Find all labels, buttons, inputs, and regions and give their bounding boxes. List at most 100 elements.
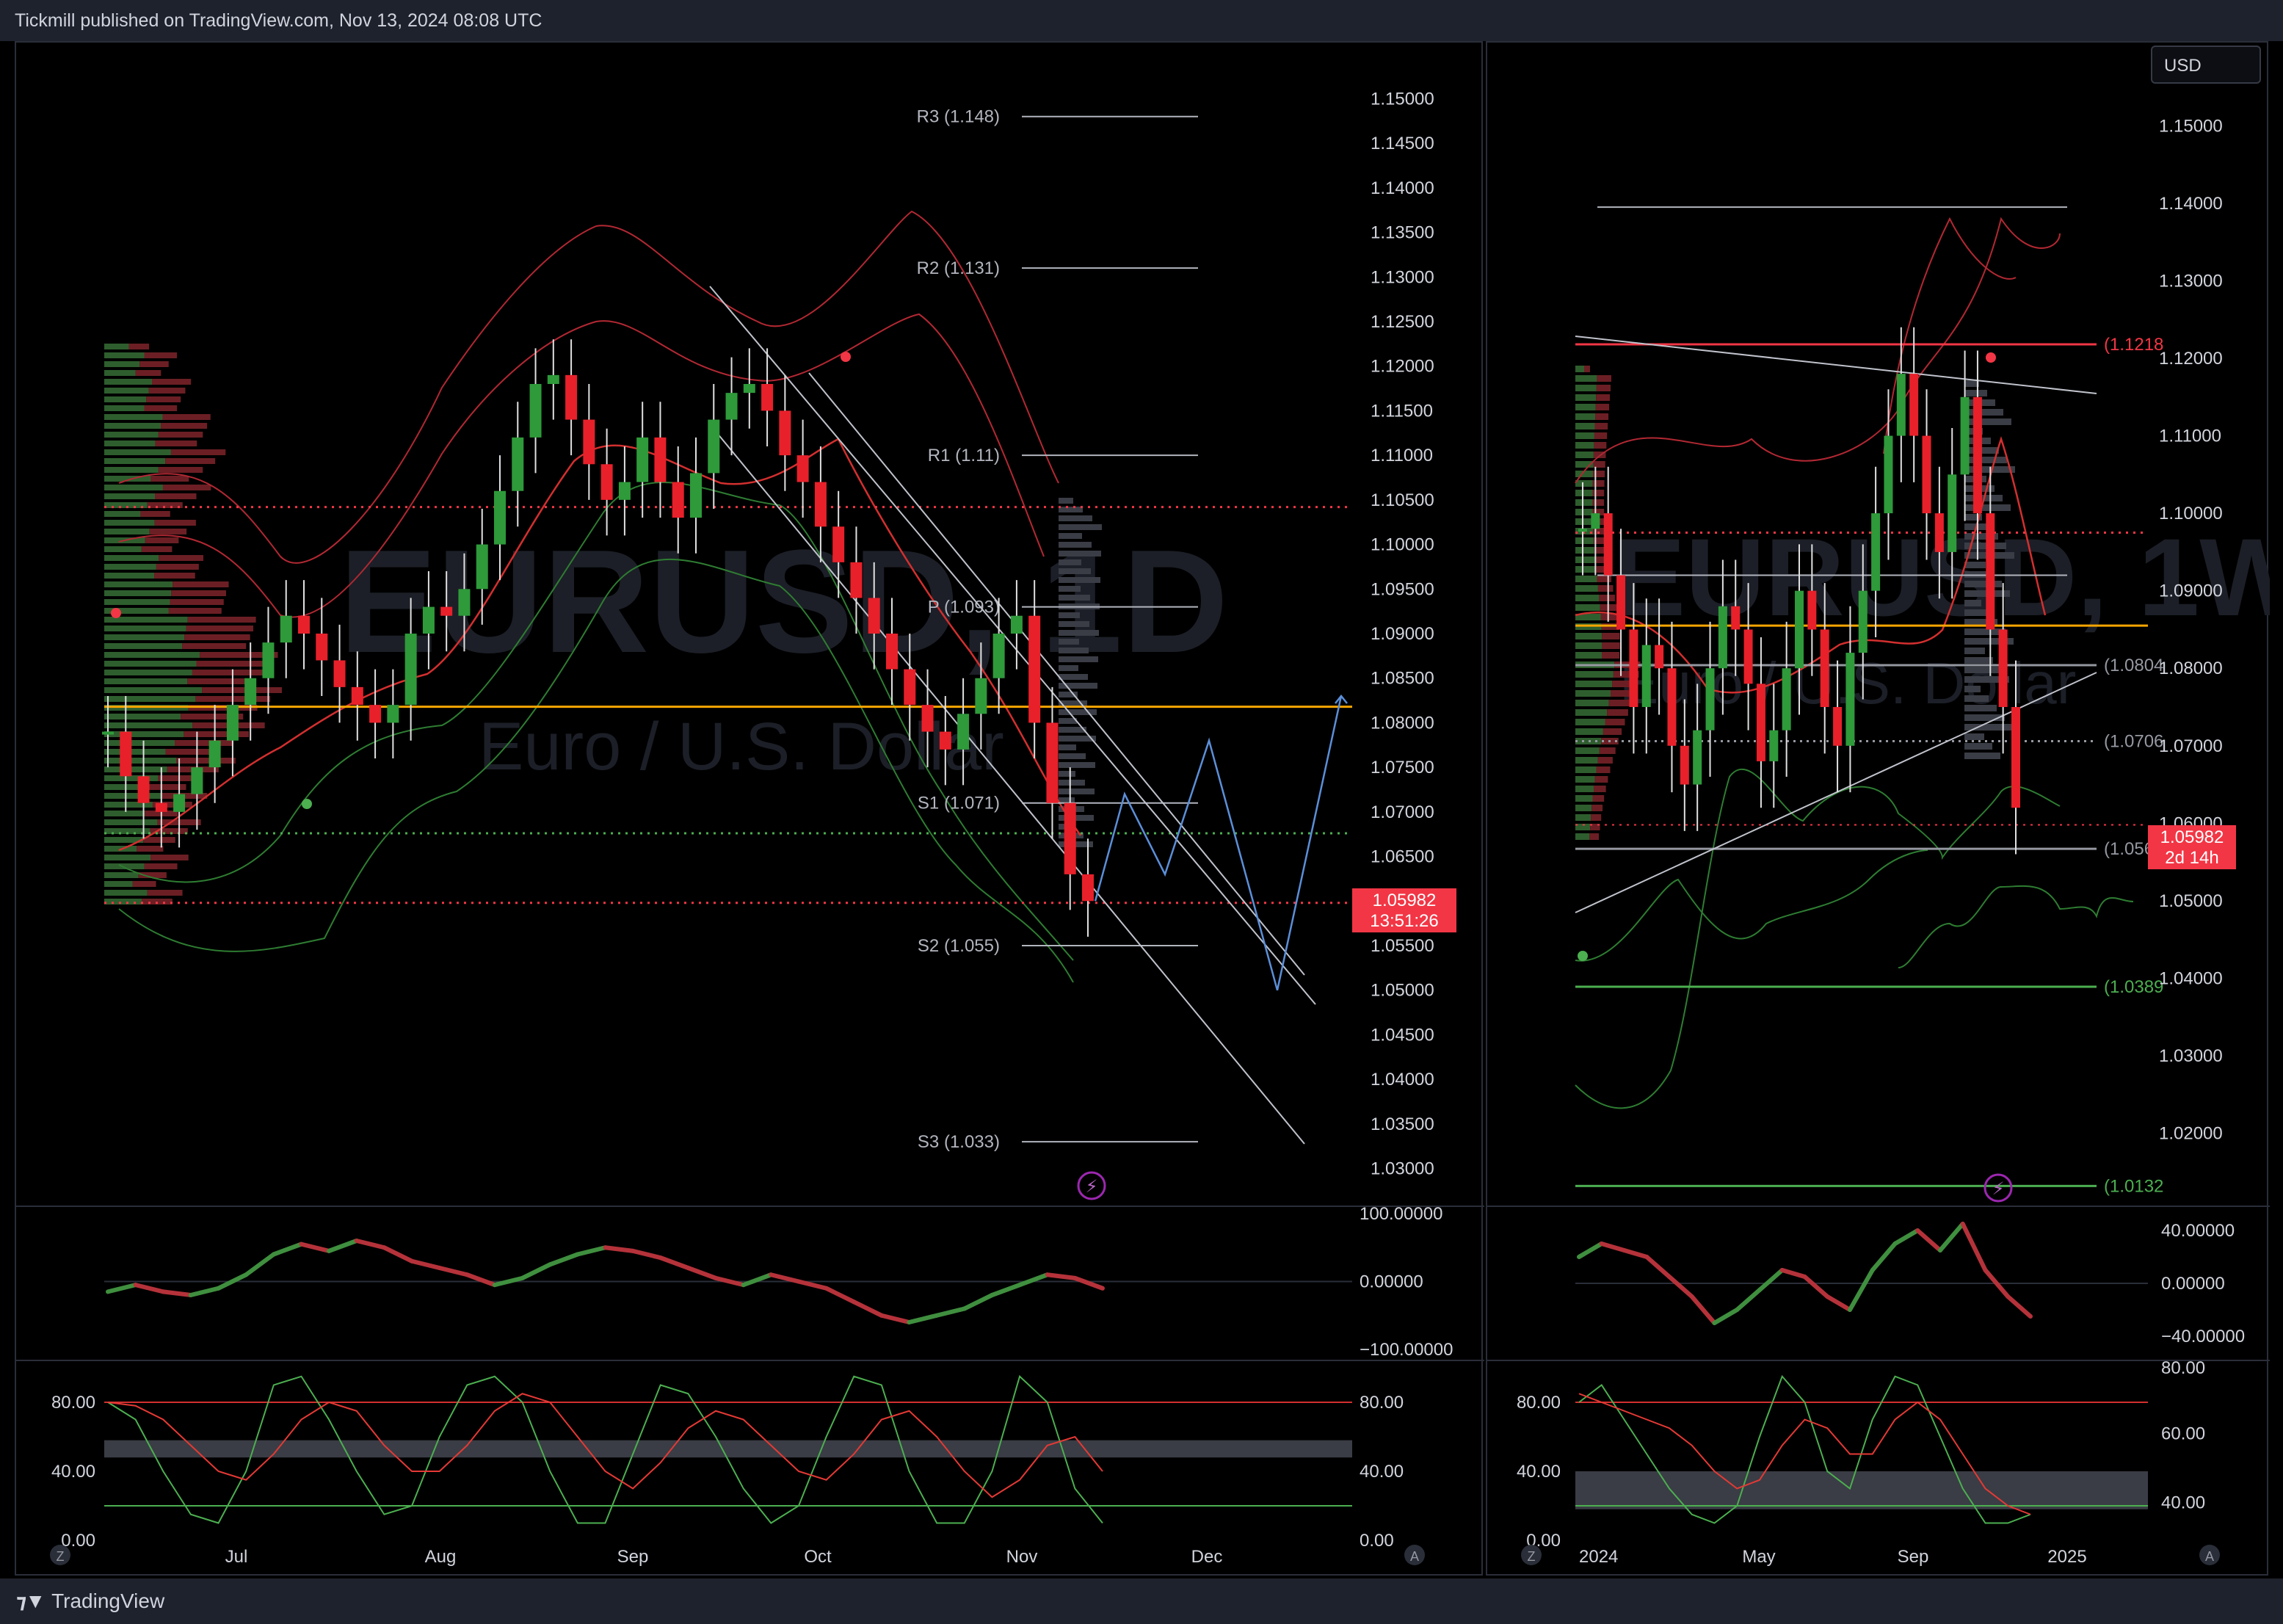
oscillator-tick-label: −100.00000 (1360, 1340, 1453, 1360)
volume-bar-up (1575, 385, 1597, 391)
oscillator-segment (299, 1241, 332, 1253)
oscillator-segment (796, 1279, 829, 1291)
oscillator-segment (879, 1313, 912, 1324)
volume-bar-up (104, 564, 156, 570)
oscillator-segment (161, 1289, 193, 1297)
weekly-chart-svg[interactable]: EURUSD, 1W Euro / U.S. Dollar (1.1218(1.… (1487, 43, 2283, 1577)
last-price-countdown: 13:51:26 (1370, 911, 1438, 931)
session-volume-bar (1964, 657, 1993, 664)
volume-bar-down (162, 485, 211, 490)
volume-bar-up (104, 441, 156, 446)
session-volume-bar (1059, 515, 1092, 521)
volume-bar-down (1597, 576, 1612, 582)
volume-bar-down (184, 731, 250, 737)
stoch-left-tick: 40.00 (1517, 1462, 1561, 1482)
candle-body (226, 705, 239, 741)
volume-bar-up (104, 643, 183, 649)
time-axis[interactable]: 2024 May Sep 2025 (1579, 1547, 2087, 1567)
candle-body (939, 731, 951, 750)
pivot-label: R3 (1.148) (917, 107, 1000, 127)
candle-body (618, 482, 631, 500)
oscillator-segment (106, 1283, 138, 1294)
oscillator-segment (769, 1272, 801, 1284)
oscillator-segment (1689, 1294, 1717, 1325)
time-tick-label: Sep (1898, 1547, 1929, 1567)
session-volume-bar (1964, 562, 1986, 568)
price-axis[interactable]: 1.15000 1.14500 1.14000 1.13500 1.13000 1.125… (1371, 89, 1434, 1178)
volume-bar-up (1575, 509, 1593, 515)
brand-label: TradingView (51, 1589, 165, 1612)
candle-body (1960, 396, 1970, 475)
weekly-chart-panel[interactable]: EURUSD, 1W Euro / U.S. Dollar (1.1218(1.… (1486, 41, 2283, 1577)
candle-body (440, 606, 453, 616)
price-tick-label: 1.13000 (1371, 267, 1434, 287)
volume-bar-up (104, 872, 139, 878)
session-volume-bar (1059, 533, 1082, 539)
volume-bar-down (1595, 413, 1609, 420)
volume-bar-up (1575, 709, 1608, 716)
price-tick-label: 1.05000 (1371, 981, 1434, 1001)
time-axis[interactable]: Jul Aug Sep Oct Nov Dec (225, 1547, 1223, 1567)
price-tick-label: 1.06500 (1371, 847, 1434, 867)
price-tick-label: 1.09000 (1371, 624, 1434, 644)
volume-bar-up (104, 811, 145, 816)
oscillator-segment (1072, 1275, 1105, 1291)
signal-dot-red (111, 608, 121, 618)
volume-bar-up (104, 899, 142, 905)
oscillator-segment (1892, 1228, 1920, 1246)
time-tick-label: 2024 (1579, 1547, 1618, 1567)
volume-bar-down (140, 511, 170, 517)
volume-bar-up (1575, 499, 1593, 506)
volume-bar-up (1575, 547, 1594, 554)
price-tick-label: 1.03000 (2159, 1046, 2223, 1066)
currency-selector[interactable]: USD (2151, 46, 2261, 84)
price-tick-label: 1.08500 (1371, 669, 1434, 689)
price-tick-label: 1.07000 (2159, 736, 2223, 756)
bollinger-lower-3 (1898, 885, 2134, 968)
candle-body (832, 526, 845, 562)
session-volume-bar (1059, 586, 1081, 592)
volume-bar-down (1594, 423, 1608, 429)
candle-body (1705, 668, 1715, 731)
daily-chart-svg[interactable]: EURUSD, 1D Euro / U.S. Dollar R3 (1.148)… (16, 43, 1484, 1577)
oscillator-tick-label: 40.00000 (2161, 1221, 2235, 1241)
level-label: (1.0804 (2104, 656, 2163, 675)
candle-body (1896, 374, 1906, 436)
volume-bar-down (162, 414, 211, 420)
tradingview-brand[interactable]: ⁊▼ TradingView (16, 1589, 164, 1613)
level-label: (1.0706 (2104, 731, 2163, 751)
volume-bar-up (104, 714, 181, 719)
volume-bar-up (1575, 566, 1597, 573)
time-tick-label: Oct (804, 1547, 832, 1567)
lightning-glyph: ⚡ (1086, 1177, 1098, 1197)
volume-bar-down (1592, 480, 1605, 487)
candle-body (512, 437, 524, 491)
session-volume-bar (1964, 600, 1981, 606)
price-tick-label: 1.14500 (1371, 134, 1434, 153)
volume-bar-up (104, 379, 153, 385)
candle-body (1998, 629, 2008, 707)
volume-bar-up (1575, 814, 1591, 821)
candle-body (458, 589, 471, 616)
price-tick-label: 1.12000 (2159, 349, 2223, 369)
candle-body (244, 678, 257, 706)
candle-body (1064, 802, 1076, 874)
volume-bar-up (1575, 604, 1600, 611)
candle-body (476, 544, 488, 590)
time-tick-label: May (1742, 1547, 1775, 1567)
stoch-right-tick: 80.00 (2161, 1358, 2205, 1378)
oscillator-segment (2006, 1294, 2033, 1319)
oscillator-segment (631, 1248, 663, 1261)
volume-bar-up (104, 388, 149, 394)
time-tick-label: Dec (1191, 1547, 1223, 1567)
candle-body (422, 606, 435, 634)
volume-bar-down (146, 396, 181, 402)
candle-body (155, 802, 167, 812)
volume-bar-up (1575, 537, 1594, 544)
daily-chart-panel[interactable]: EURUSD, 1D Euro / U.S. Dollar R3 (1.148)… (15, 41, 1484, 1577)
signal-dot-red (1986, 352, 1996, 363)
oscillator-segment (327, 1239, 359, 1253)
candle-body (975, 678, 987, 714)
session-volume-bar (1059, 780, 1085, 786)
volume-bar-up (104, 740, 175, 746)
